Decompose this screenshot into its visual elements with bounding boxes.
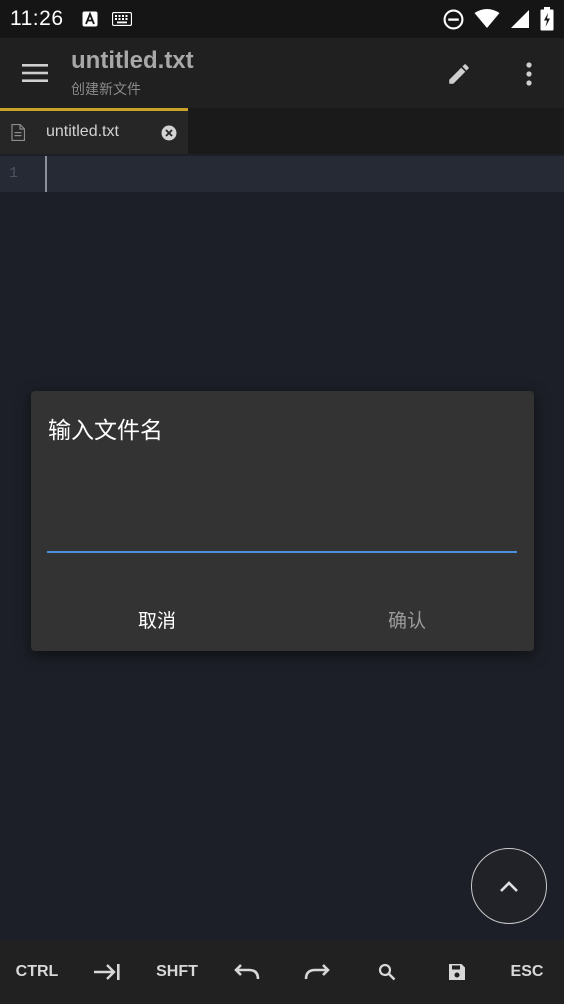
status-bar: 11:26 xyxy=(0,0,564,38)
ctrl-key[interactable]: CTRL xyxy=(2,940,72,1004)
menu-icon xyxy=(22,64,48,82)
keyboard-icon xyxy=(111,12,132,26)
tab-label: untitled.txt xyxy=(46,123,119,140)
redo-key[interactable] xyxy=(282,940,352,1004)
more-options-button[interactable] xyxy=(514,55,544,93)
esc-key[interactable]: ESC xyxy=(492,940,562,1004)
do-not-disturb-icon xyxy=(443,9,464,30)
tab-strip: untitled.txt xyxy=(0,108,564,154)
wifi-icon xyxy=(474,9,500,29)
search-icon xyxy=(378,963,396,981)
cancel-button[interactable]: 取消 xyxy=(77,599,237,639)
app-toolbar: untitled.txt 创建新文件 xyxy=(0,38,564,108)
dialog-title: 输入文件名 xyxy=(48,418,163,444)
file-subtitle: 创建新文件 xyxy=(71,82,141,98)
signal-icon xyxy=(510,9,530,29)
redo-icon xyxy=(304,963,330,981)
filename-input[interactable] xyxy=(47,509,517,553)
undo-key[interactable] xyxy=(212,940,282,1004)
status-right-icons xyxy=(443,7,554,31)
tab-key[interactable] xyxy=(72,940,142,1004)
pencil-icon xyxy=(446,61,472,87)
edit-button[interactable] xyxy=(440,55,478,93)
app-a-icon xyxy=(82,11,98,27)
battery-charging-icon xyxy=(540,7,554,31)
file-title: untitled.txt xyxy=(71,47,194,74)
current-line: 1 xyxy=(0,156,564,192)
undo-icon xyxy=(234,963,260,981)
status-time: 11:26 xyxy=(10,7,64,30)
close-tab-icon[interactable] xyxy=(160,124,178,142)
more-vert-icon xyxy=(526,62,532,86)
save-icon xyxy=(448,963,466,981)
tab-arrow-icon xyxy=(93,963,121,981)
save-key[interactable] xyxy=(422,940,492,1004)
menu-button[interactable] xyxy=(16,54,54,92)
scroll-up-button[interactable] xyxy=(471,848,547,924)
shift-key[interactable]: SHFT xyxy=(142,940,212,1004)
line-number: 1 xyxy=(9,165,19,182)
filename-dialog: 输入文件名 取消 确认 xyxy=(31,391,534,651)
chevron-up-icon xyxy=(499,880,519,893)
confirm-button[interactable]: 确认 xyxy=(327,599,487,639)
shortcut-bar: CTRL SHFT ESC xyxy=(0,940,564,1004)
text-cursor xyxy=(45,156,47,192)
status-left-icons xyxy=(82,11,132,27)
tab-untitled[interactable]: untitled.txt xyxy=(0,108,188,154)
file-icon xyxy=(11,124,25,141)
search-key[interactable] xyxy=(352,940,422,1004)
